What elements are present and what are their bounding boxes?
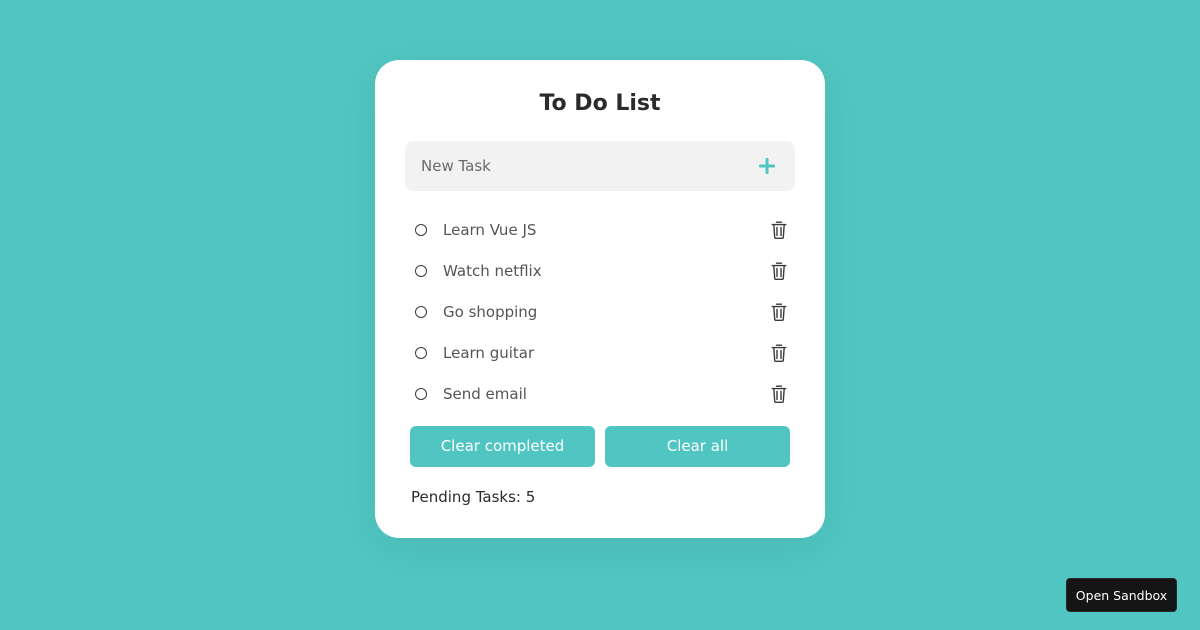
open-sandbox-button[interactable]: Open Sandbox	[1066, 578, 1177, 612]
circle-icon[interactable]	[415, 224, 427, 236]
add-task-button[interactable]	[755, 154, 779, 178]
circle-icon[interactable]	[415, 306, 427, 318]
delete-task-button[interactable]	[771, 221, 787, 239]
page-title: To Do List	[539, 91, 661, 116]
circle-icon[interactable]	[415, 388, 427, 400]
plus-icon	[759, 158, 775, 174]
trash-icon	[771, 344, 787, 362]
delete-task-button[interactable]	[771, 262, 787, 280]
delete-task-button[interactable]	[771, 303, 787, 321]
new-task-field	[405, 141, 795, 191]
task-label: Watch netflix	[443, 262, 542, 280]
trash-icon	[771, 262, 787, 280]
task-item: Learn Vue JS	[405, 210, 795, 251]
circle-icon[interactable]	[415, 347, 427, 359]
pending-tasks-count: Pending Tasks: 5	[411, 488, 536, 506]
task-list: Learn Vue JS Watch netflix Go shopping L…	[405, 210, 795, 415]
task-item: Watch netflix	[405, 251, 795, 292]
task-label: Send email	[443, 385, 527, 403]
task-item: Learn guitar	[405, 333, 795, 374]
task-label: Learn guitar	[443, 344, 535, 362]
clear-all-button[interactable]: Clear all	[605, 426, 790, 467]
todo-card: To Do List Learn Vue JS Watch netflix	[375, 60, 825, 538]
circle-icon[interactable]	[415, 265, 427, 277]
delete-task-button[interactable]	[771, 344, 787, 362]
task-item: Send email	[405, 374, 795, 415]
task-item: Go shopping	[405, 292, 795, 333]
clear-completed-button[interactable]: Clear completed	[410, 426, 595, 467]
task-label: Go shopping	[443, 303, 538, 321]
trash-icon	[771, 385, 787, 403]
trash-icon	[771, 303, 787, 321]
new-task-input[interactable]	[405, 141, 735, 191]
delete-task-button[interactable]	[771, 385, 787, 403]
trash-icon	[771, 221, 787, 239]
task-label: Learn Vue JS	[443, 221, 537, 239]
